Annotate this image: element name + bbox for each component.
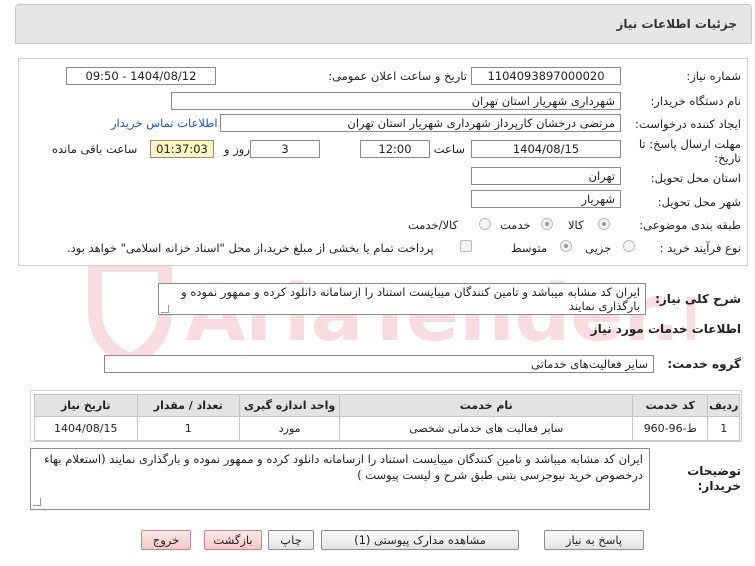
cell-row: 1	[707, 416, 740, 441]
province-field[interactable]: تهران	[471, 167, 621, 185]
buyer-notes-label-2: خریدار:	[697, 479, 741, 493]
days-remaining-field[interactable]: 3	[250, 140, 320, 158]
reply-button[interactable]: پاسخ به نیاز	[544, 530, 644, 550]
col-service-code: کد خدمت	[632, 394, 709, 417]
city-label: شهر محل تحویل:	[657, 195, 741, 209]
col-quantity: تعداد / مقدار	[136, 394, 240, 417]
col-row: ردیف	[707, 394, 740, 417]
treasury-payment-checkbox[interactable]	[460, 240, 472, 252]
process-radio-medium[interactable]	[560, 240, 572, 252]
services-table: ردیف کد خدمت نام خدمت واحد اندازه گیری ت…	[34, 394, 740, 441]
buyer-field[interactable]: شهرداری شهریار استان تهران	[171, 92, 621, 110]
remaining-label: ساعت باقی مانده	[52, 142, 138, 156]
province-label: استان محل تحویل:	[650, 171, 741, 185]
col-need-date: تاریخ نیاز	[34, 394, 138, 417]
services-section-title: اطلاعات خدمات مورد نیاز	[590, 322, 741, 336]
cell-quantity: 1	[136, 416, 240, 441]
creator-label: ایجاد کننده درخواست:	[635, 117, 741, 131]
deadline-time-field[interactable]: 12:00	[360, 140, 430, 158]
service-group-field[interactable]: سایر فعالیت‌های خدماتی	[104, 355, 654, 373]
creator-field[interactable]: مرتضی درخشان کارپرداز شهرداری شهریار است…	[220, 114, 621, 132]
announce-label: تاریخ و ساعت اعلان عمومی:	[328, 69, 467, 83]
cell-service-code: ط-96-960	[632, 416, 709, 441]
category-label: طبقه بندی موضوعی:	[639, 218, 741, 232]
services-table-header: ردیف کد خدمت نام خدمت واحد اندازه گیری ت…	[34, 394, 740, 417]
buyer-label: نام دستگاه خریدار:	[650, 94, 741, 108]
exit-button[interactable]: خروج	[141, 530, 191, 550]
deadline-date-field[interactable]: 1404/08/15	[471, 140, 621, 158]
category-option-goods: کالا	[568, 218, 584, 232]
summary-textarea[interactable]: ایران کد مشابه میباشد و تامین کنندگان می…	[158, 283, 646, 315]
category-option-goods-service: کالا/خدمت	[408, 218, 459, 232]
process-radio-minor[interactable]	[623, 240, 635, 252]
col-unit: واحد اندازه گیری	[238, 394, 341, 417]
cell-need-date: 1404/08/15	[34, 416, 138, 441]
category-radio-goods-service[interactable]	[479, 218, 491, 230]
deadline-label: مهلت ارسال پاسخ: تا	[638, 137, 741, 151]
category-option-service: خدمت	[500, 218, 531, 232]
process-type-label: نوع فرآیند خرید :	[659, 241, 741, 255]
buyer-notes-textarea[interactable]: ایران کد مشابه میباشد و تامین کنندگان می…	[30, 448, 650, 510]
need-number-field[interactable]: 1104093897000020	[471, 67, 621, 85]
city-field[interactable]: شهریار	[471, 190, 621, 208]
resize-grip-icon[interactable]	[161, 305, 169, 313]
deadline-time-label: ساعت	[433, 142, 465, 156]
service-group-label: گروه خدمت:	[667, 357, 741, 371]
resize-grip-icon[interactable]	[33, 498, 41, 506]
view-attachments-button[interactable]: مشاهده مدارک پیوستی (1)	[321, 530, 519, 550]
category-radio-goods[interactable]	[598, 218, 610, 230]
contact-buyer-link[interactable]: اطلاعات تماس خریدار	[111, 116, 218, 130]
process-option-medium: متوسط	[511, 241, 548, 255]
back-button[interactable]: بازگشت	[204, 530, 262, 550]
info-panel	[18, 58, 748, 266]
days-label: روز و	[224, 142, 250, 156]
print-button[interactable]: چاپ	[268, 530, 314, 550]
page-header: جزئیات اطلاعات نیاز	[15, 4, 752, 44]
summary-label: شرح کلی نیاز:	[655, 292, 741, 306]
process-option-minor: جزیی	[585, 241, 612, 255]
need-number-label: شماره نیاز:	[686, 69, 741, 83]
col-service-name: نام خدمت	[339, 394, 634, 417]
cell-service-name: سایر فعالیت های خدماتی شخصی	[339, 416, 634, 441]
deadline-label-2: تاریخ:	[714, 151, 741, 165]
watermark-shield-icon	[88, 258, 172, 365]
announce-datetime-field[interactable]: 1404/08/12 - 09:50	[66, 67, 216, 85]
treasury-payment-note: پرداخت تمام یا بخشی از مبلغ خرید،از محل …	[67, 241, 434, 255]
category-radio-service[interactable]	[541, 218, 553, 230]
page-title: جزئیات اطلاعات نیاز	[616, 17, 737, 31]
table-row[interactable]: 1 ط-96-960 سایر فعالیت های خدماتی شخصی م…	[34, 416, 740, 441]
cell-unit: مورد	[238, 416, 341, 441]
remaining-time-field[interactable]: 01:37:03	[150, 140, 214, 158]
buyer-notes-label: توضیحات	[687, 464, 741, 478]
